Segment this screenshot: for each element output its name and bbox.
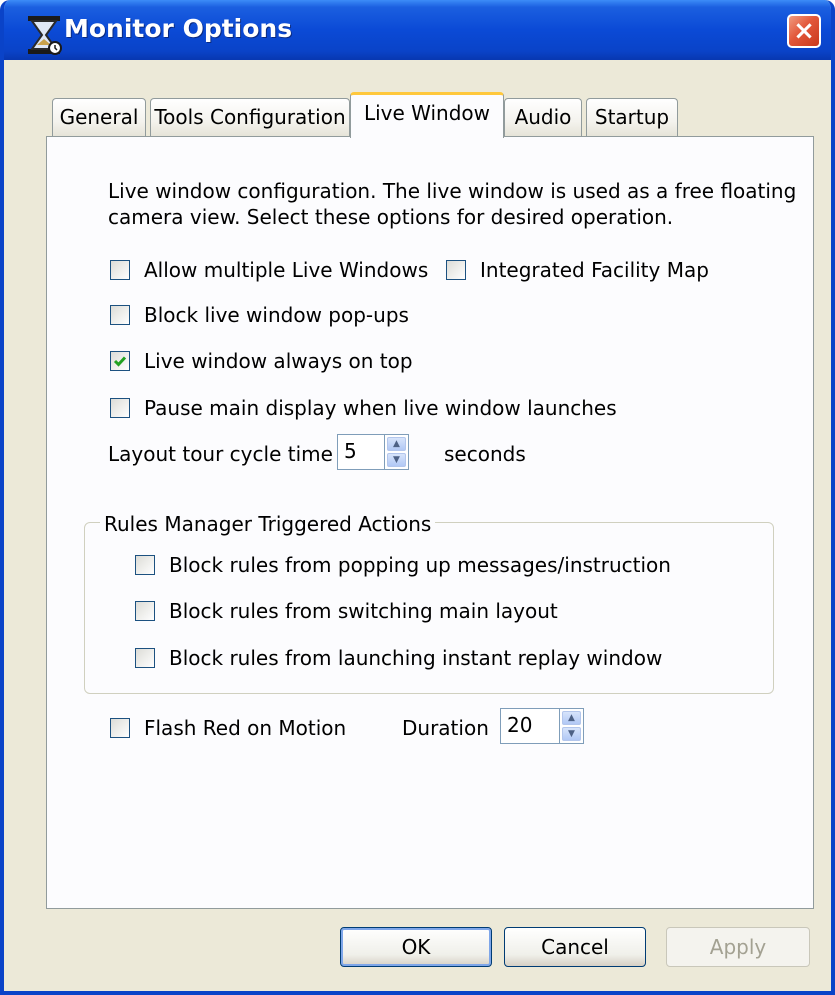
tab-label: Tools Configuration [154, 105, 346, 129]
title-bar[interactable]: Monitor Options × [4, 0, 831, 60]
checkbox-box[interactable] [110, 305, 130, 325]
integrated-facility-map-checkbox[interactable]: Integrated Facility Map [446, 258, 709, 282]
spin-up-icon[interactable]: ▲ [562, 711, 581, 725]
checkbox-label: Block live window pop-ups [144, 303, 409, 327]
checkbox-box[interactable] [135, 555, 155, 575]
checkmark-icon [113, 356, 127, 367]
block-rules-switching-checkbox[interactable]: Block rules from switching main layout [135, 599, 558, 623]
rules-manager-legend: Rules Manager Triggered Actions [100, 512, 436, 536]
checkbox-label: Block rules from popping up messages/ins… [169, 553, 671, 577]
checkbox-label: Block rules from switching main layout [169, 599, 558, 623]
tab-live-window[interactable]: Live Window [350, 92, 504, 138]
layout-tour-input[interactable]: 5 [337, 434, 385, 470]
close-button[interactable]: × [787, 14, 821, 48]
live-window-always-on-top-checkbox[interactable]: Live window always on top [110, 349, 413, 373]
pause-main-display-checkbox[interactable]: Pause main display when live window laun… [110, 396, 617, 420]
spin-up-icon[interactable]: ▲ [387, 437, 406, 451]
block-live-window-popups-checkbox[interactable]: Block live window pop-ups [110, 303, 409, 327]
tab-audio[interactable]: Audio [504, 98, 582, 136]
apply-button[interactable]: Apply [666, 927, 810, 967]
spinner-buttons[interactable]: ▲ ▼ [560, 708, 584, 744]
checkbox-label: Pause main display when live window laun… [144, 396, 617, 420]
allow-multiple-live-windows-checkbox[interactable]: Allow multiple Live Windows [110, 258, 428, 282]
checkbox-box[interactable] [110, 260, 130, 280]
ok-button[interactable]: OK [340, 927, 492, 967]
description-line: camera view. Select these options for de… [108, 205, 674, 229]
close-icon: × [793, 16, 815, 46]
layout-tour-spinner[interactable]: 5 ▲ ▼ [337, 434, 409, 470]
description-line: Live window configuration. The live wind… [108, 179, 797, 203]
tab-startup[interactable]: Startup [586, 98, 678, 136]
checkbox-box[interactable] [110, 351, 130, 371]
spin-down-icon[interactable]: ▼ [562, 727, 581, 741]
duration-spinner[interactable]: 20 ▲ ▼ [500, 708, 584, 744]
checkbox-label: Integrated Facility Map [480, 258, 709, 282]
checkbox-box[interactable] [110, 398, 130, 418]
cancel-button[interactable]: Cancel [504, 927, 646, 967]
block-rules-replay-checkbox[interactable]: Block rules from launching instant repla… [135, 646, 662, 670]
checkbox-box[interactable] [135, 648, 155, 668]
checkbox-box[interactable] [446, 260, 466, 280]
block-rules-messages-checkbox[interactable]: Block rules from popping up messages/ins… [135, 553, 671, 577]
checkbox-label: Allow multiple Live Windows [144, 258, 429, 282]
layout-tour-label: Layout tour cycle time [108, 442, 333, 466]
checkbox-label: Live window always on top [144, 349, 413, 373]
checkbox-box[interactable] [135, 601, 155, 621]
duration-label: Duration [402, 716, 489, 740]
window-title: Monitor Options [64, 14, 293, 43]
seconds-label: seconds [444, 442, 526, 466]
checkbox-label: Flash Red on Motion [144, 716, 347, 740]
checkbox-label: Block rules from launching instant repla… [169, 646, 663, 670]
tab-label: Audio [514, 105, 572, 129]
tab-label: Live Window [363, 101, 491, 125]
tab-label: Startup [594, 105, 670, 129]
hourglass-icon [28, 16, 62, 55]
monitor-options-dialog: Monitor Options × General Tools Configur… [0, 0, 835, 995]
tab-tools-configuration[interactable]: Tools Configuration [150, 98, 350, 136]
spin-down-icon[interactable]: ▼ [387, 453, 406, 467]
duration-input[interactable]: 20 [500, 708, 560, 744]
spinner-buttons[interactable]: ▲ ▼ [385, 434, 409, 470]
description-text: Live window configuration. The live wind… [108, 178, 796, 230]
tab-label: General [59, 105, 139, 129]
tab-general[interactable]: General [52, 98, 146, 136]
flash-red-on-motion-checkbox[interactable]: Flash Red on Motion [110, 716, 346, 740]
checkbox-box[interactable] [110, 718, 130, 738]
